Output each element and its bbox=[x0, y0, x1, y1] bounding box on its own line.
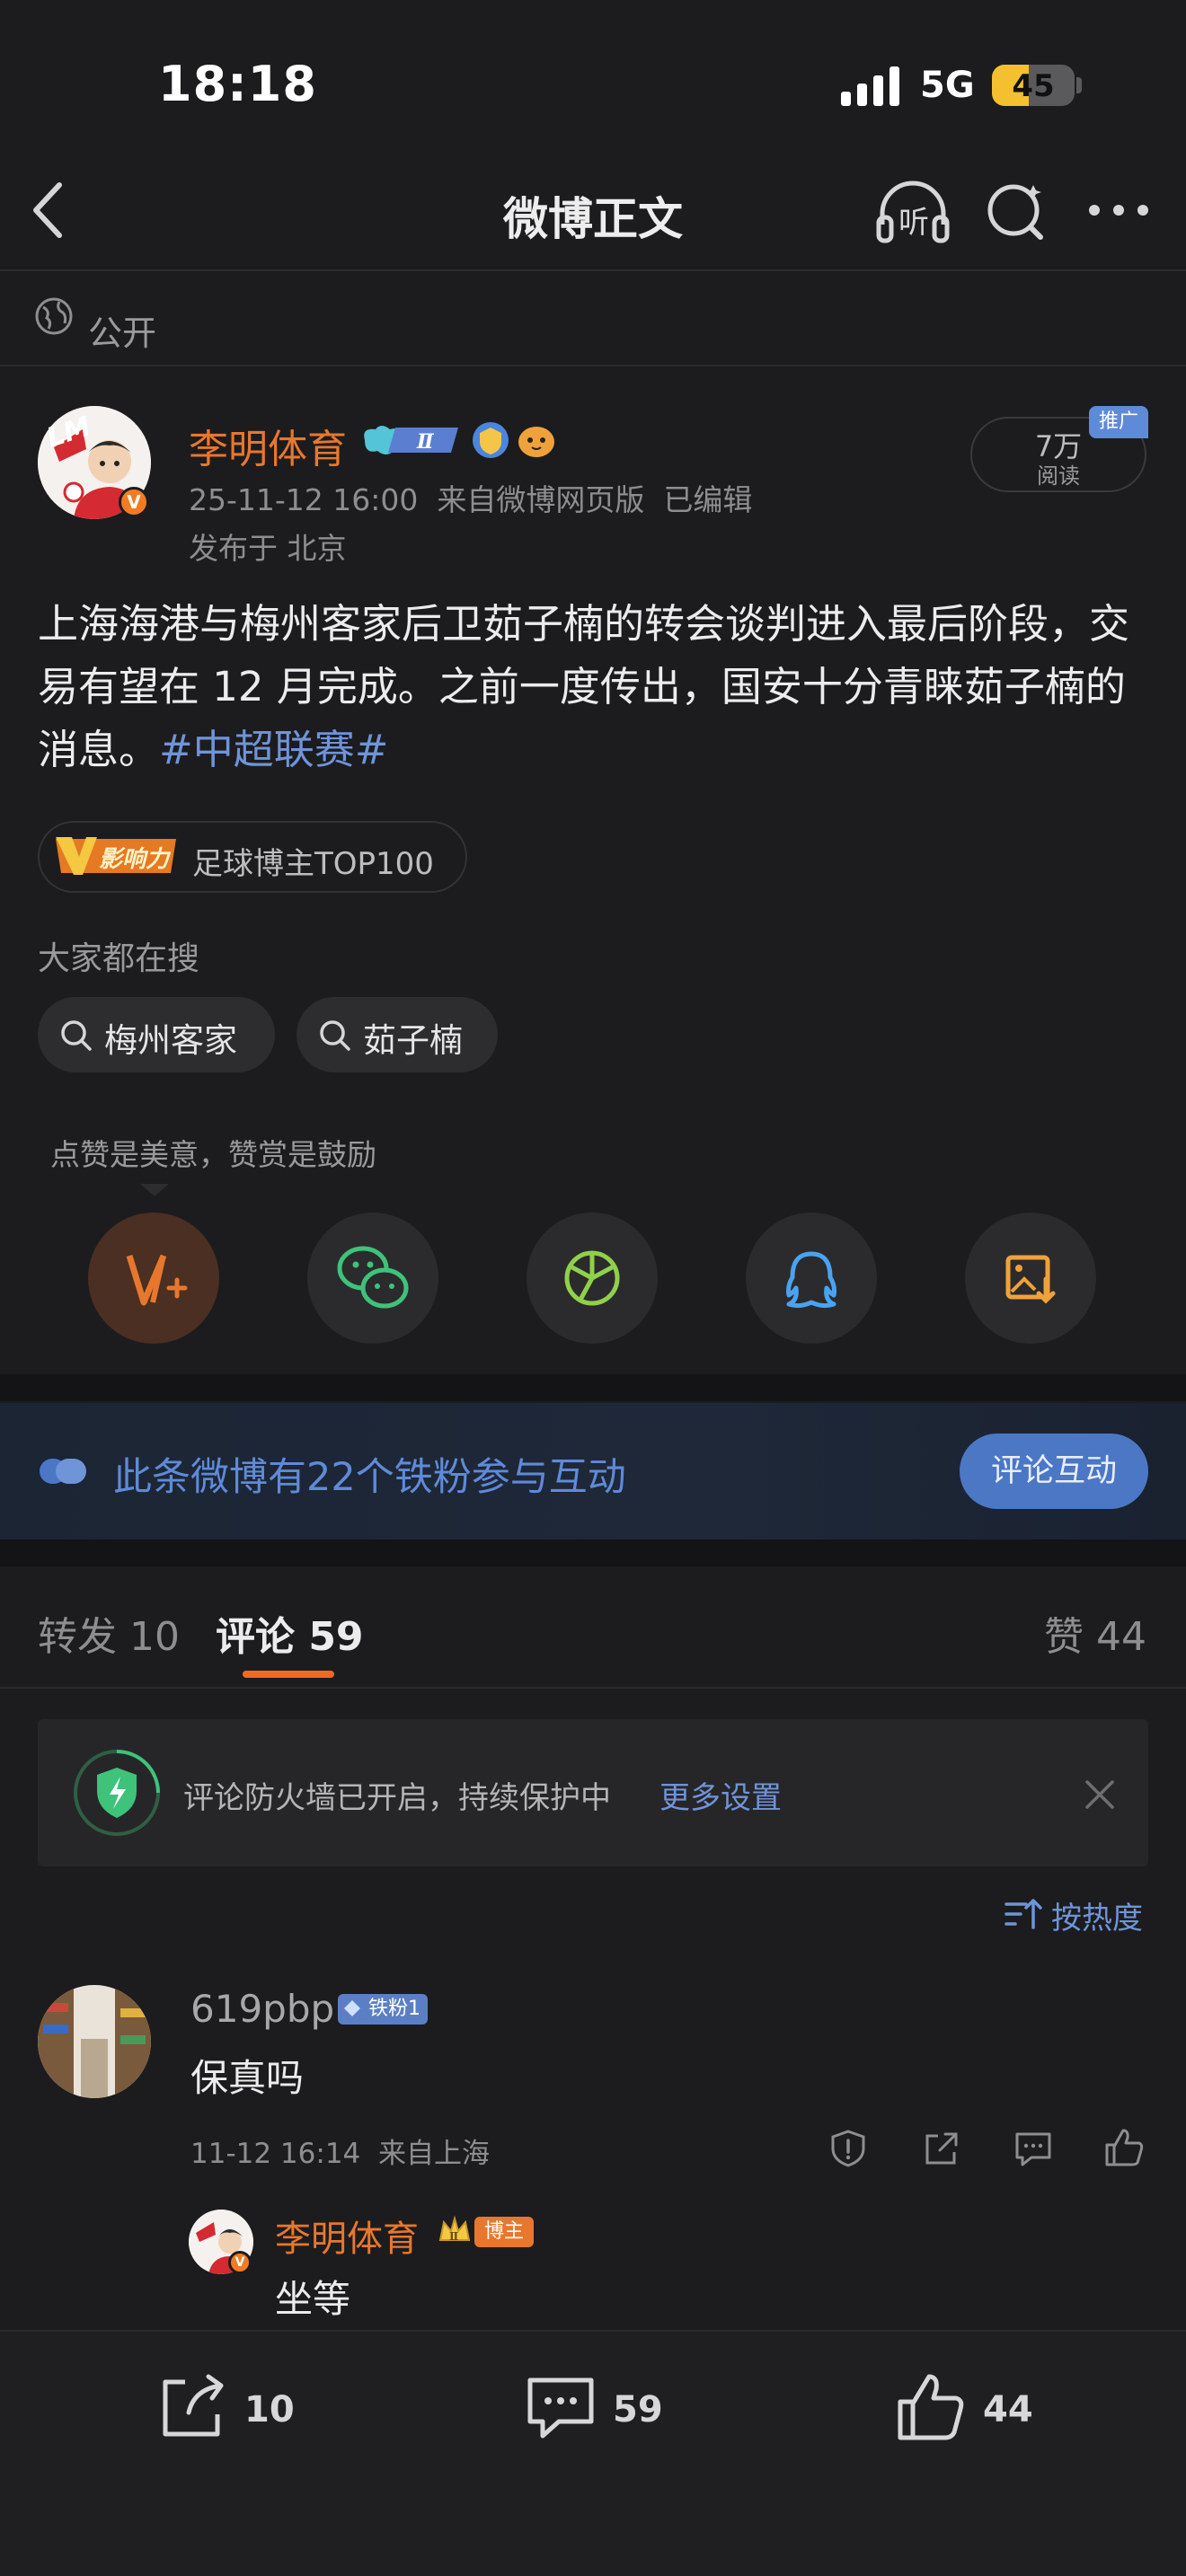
reply-author-name[interactable]: 李明体育 bbox=[275, 2210, 419, 2262]
chip-search-icon bbox=[318, 1019, 352, 1053]
image-download-icon bbox=[1005, 1255, 1056, 1304]
report-icon[interactable] bbox=[828, 2129, 868, 2168]
visibility-divider bbox=[0, 365, 1186, 366]
visibility-label: 公开 bbox=[88, 313, 157, 353]
reads-label: 阅读 bbox=[1037, 463, 1080, 489]
pet-icon bbox=[516, 420, 557, 460]
crown-icon: Ⅱ bbox=[437, 2213, 473, 2249]
comment-text: 保真吗 bbox=[190, 2056, 305, 2100]
tip-arrow bbox=[140, 1184, 169, 1196]
wechat-icon bbox=[337, 1246, 409, 1309]
repost-count: 10 bbox=[244, 2389, 295, 2430]
globe-icon bbox=[34, 296, 74, 336]
host-badge: 博主 bbox=[474, 2217, 534, 2247]
like-comment-icon[interactable] bbox=[1103, 2127, 1145, 2168]
shield-icon bbox=[70, 1746, 164, 1839]
moments-icon bbox=[564, 1250, 620, 1306]
member-level-icon: Ⅱ bbox=[358, 422, 464, 458]
reply-verified-badge: V bbox=[228, 2251, 252, 2274]
comment-interact-button[interactable]: 评论互动 bbox=[960, 1434, 1148, 1509]
tab-likes[interactable]: 赞 44 bbox=[1044, 1604, 1146, 1662]
gold-shield-icon bbox=[471, 420, 510, 460]
firewall-settings-link[interactable]: 更多设置 bbox=[659, 1773, 782, 1817]
firewall-text: 评论防火墙已开启，持续保护中 bbox=[183, 1780, 611, 1816]
hashtag-link[interactable]: #中超联赛# bbox=[159, 726, 388, 773]
fan-banner-text: 此条微博有22个铁粉参与互动 bbox=[113, 1455, 626, 1500]
reward-button[interactable] bbox=[88, 1213, 219, 1344]
comment-count: 59 bbox=[613, 2389, 663, 2430]
author-name[interactable]: 李明体育 bbox=[189, 417, 347, 474]
post-body: 上海海港与梅州客家后卫茹子楠的转会谈判进入最后阶段，交易有望在 12 月完成。之… bbox=[38, 593, 1152, 781]
tab-repost[interactable]: 转发 10 bbox=[38, 1604, 180, 1662]
section-separator bbox=[0, 1374, 1186, 1401]
sort-icon[interactable] bbox=[1005, 1897, 1042, 1931]
comment-icon bbox=[527, 2378, 594, 2439]
tab-comments[interactable]: 评论 59 bbox=[216, 1604, 364, 1662]
influence-text: 足球博主TOP100 bbox=[192, 846, 434, 882]
tabs-divider bbox=[0, 1687, 1186, 1689]
more-icon[interactable] bbox=[1087, 199, 1150, 221]
bottom-action-bar bbox=[0, 2330, 1186, 2576]
battery-nub bbox=[1076, 77, 1082, 93]
close-icon[interactable] bbox=[1082, 1777, 1118, 1813]
fan-level-badge: 铁粉1 bbox=[338, 1994, 428, 2025]
share-comment-icon[interactable] bbox=[922, 2129, 961, 2168]
battery-icon: 45 bbox=[992, 65, 1075, 106]
listen-label: 听 bbox=[898, 205, 929, 241]
verified-badge: V bbox=[119, 487, 149, 517]
diamond-icon bbox=[343, 1999, 361, 2017]
section-separator bbox=[0, 1539, 1186, 1566]
commenter-avatar[interactable] bbox=[38, 1985, 151, 2098]
signal-icon bbox=[841, 66, 902, 106]
fan-icon bbox=[40, 1453, 90, 1489]
chip-search-icon bbox=[59, 1019, 93, 1053]
battery-level: 45 bbox=[1012, 68, 1055, 104]
status-time: 18:18 bbox=[158, 56, 317, 112]
fan-level-text: 铁粉1 bbox=[368, 1998, 420, 2020]
post-location: 发布于 北京 bbox=[189, 531, 347, 566]
moments-share-button[interactable] bbox=[527, 1213, 658, 1344]
reply-text: 坐等 bbox=[275, 2277, 351, 2321]
sort-label[interactable]: 按热度 bbox=[1051, 1893, 1143, 1937]
qq-icon bbox=[786, 1251, 836, 1309]
search-chip-label: 梅州客家 bbox=[104, 1021, 237, 1060]
active-tab-indicator bbox=[243, 1671, 334, 1678]
repost-icon bbox=[163, 2374, 224, 2437]
thumbs-up-icon bbox=[898, 2374, 964, 2440]
post-meta: 25-11-12 16:00 来自微博网页版 已编辑 bbox=[189, 482, 753, 517]
listen-button[interactable]: 听 bbox=[875, 178, 951, 246]
network-type: 5G bbox=[920, 65, 975, 106]
like-count: 44 bbox=[983, 2389, 1033, 2430]
search-section-title: 大家都在搜 bbox=[38, 940, 200, 977]
promo-tag: 推广 bbox=[1089, 406, 1148, 438]
comment-meta: 11-12 16:14 来自上海 bbox=[190, 2138, 490, 2170]
save-image-button[interactable] bbox=[965, 1213, 1096, 1344]
influence-badge: 影响力 bbox=[52, 834, 180, 878]
search-chip-label: 茹子楠 bbox=[363, 1021, 463, 1060]
qq-share-button[interactable] bbox=[746, 1213, 877, 1344]
commenter-name[interactable]: 619pbp bbox=[190, 1987, 334, 2031]
svg-text:Ⅱ: Ⅱ bbox=[416, 430, 435, 454]
reward-tip: 点赞是美意，赞赏是鼓励 bbox=[50, 1137, 376, 1172]
influence-badge-text: 影响力 bbox=[99, 846, 170, 873]
search-icon[interactable] bbox=[985, 178, 1048, 243]
reply-icon[interactable] bbox=[1013, 2129, 1053, 2168]
reward-icon bbox=[126, 1254, 188, 1306]
wechat-share-button[interactable] bbox=[307, 1213, 438, 1344]
nav-divider bbox=[0, 269, 1186, 271]
svg-text:Ⅱ: Ⅱ bbox=[449, 2230, 458, 2243]
